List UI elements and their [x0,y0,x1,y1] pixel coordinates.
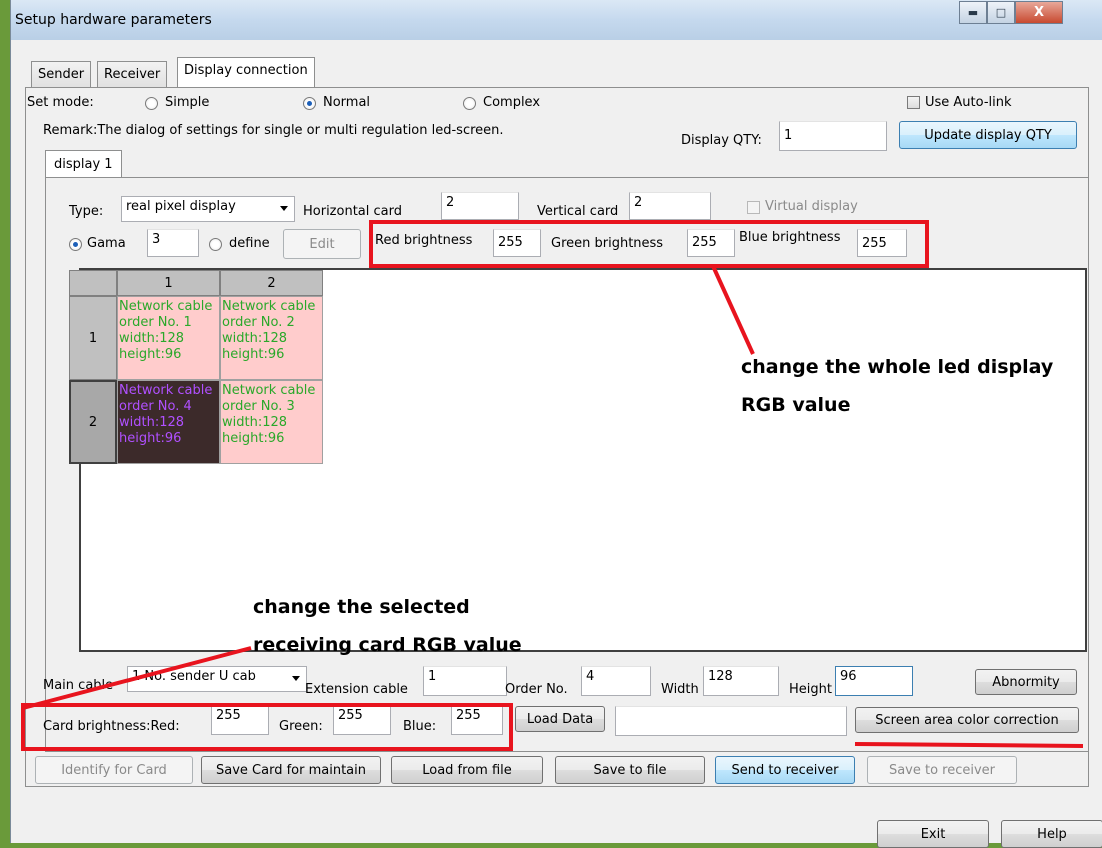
annotation-whole-line2: RGB value [741,394,851,416]
annotation-selected-line2: receiving card RGB value [253,634,522,656]
annotation-pointer-line [711,265,755,355]
annotation-selected-line1: change the selected [253,596,470,618]
annotation-pointer-line [22,646,252,710]
setup-hardware-window: Setup hardware parameters ▬ □ X Sender R… [10,0,1102,848]
annotation-lines [22,265,1084,748]
color-correction-underline [854,742,1084,748]
annotation-whole-line1: change the whole led display [741,356,1054,378]
